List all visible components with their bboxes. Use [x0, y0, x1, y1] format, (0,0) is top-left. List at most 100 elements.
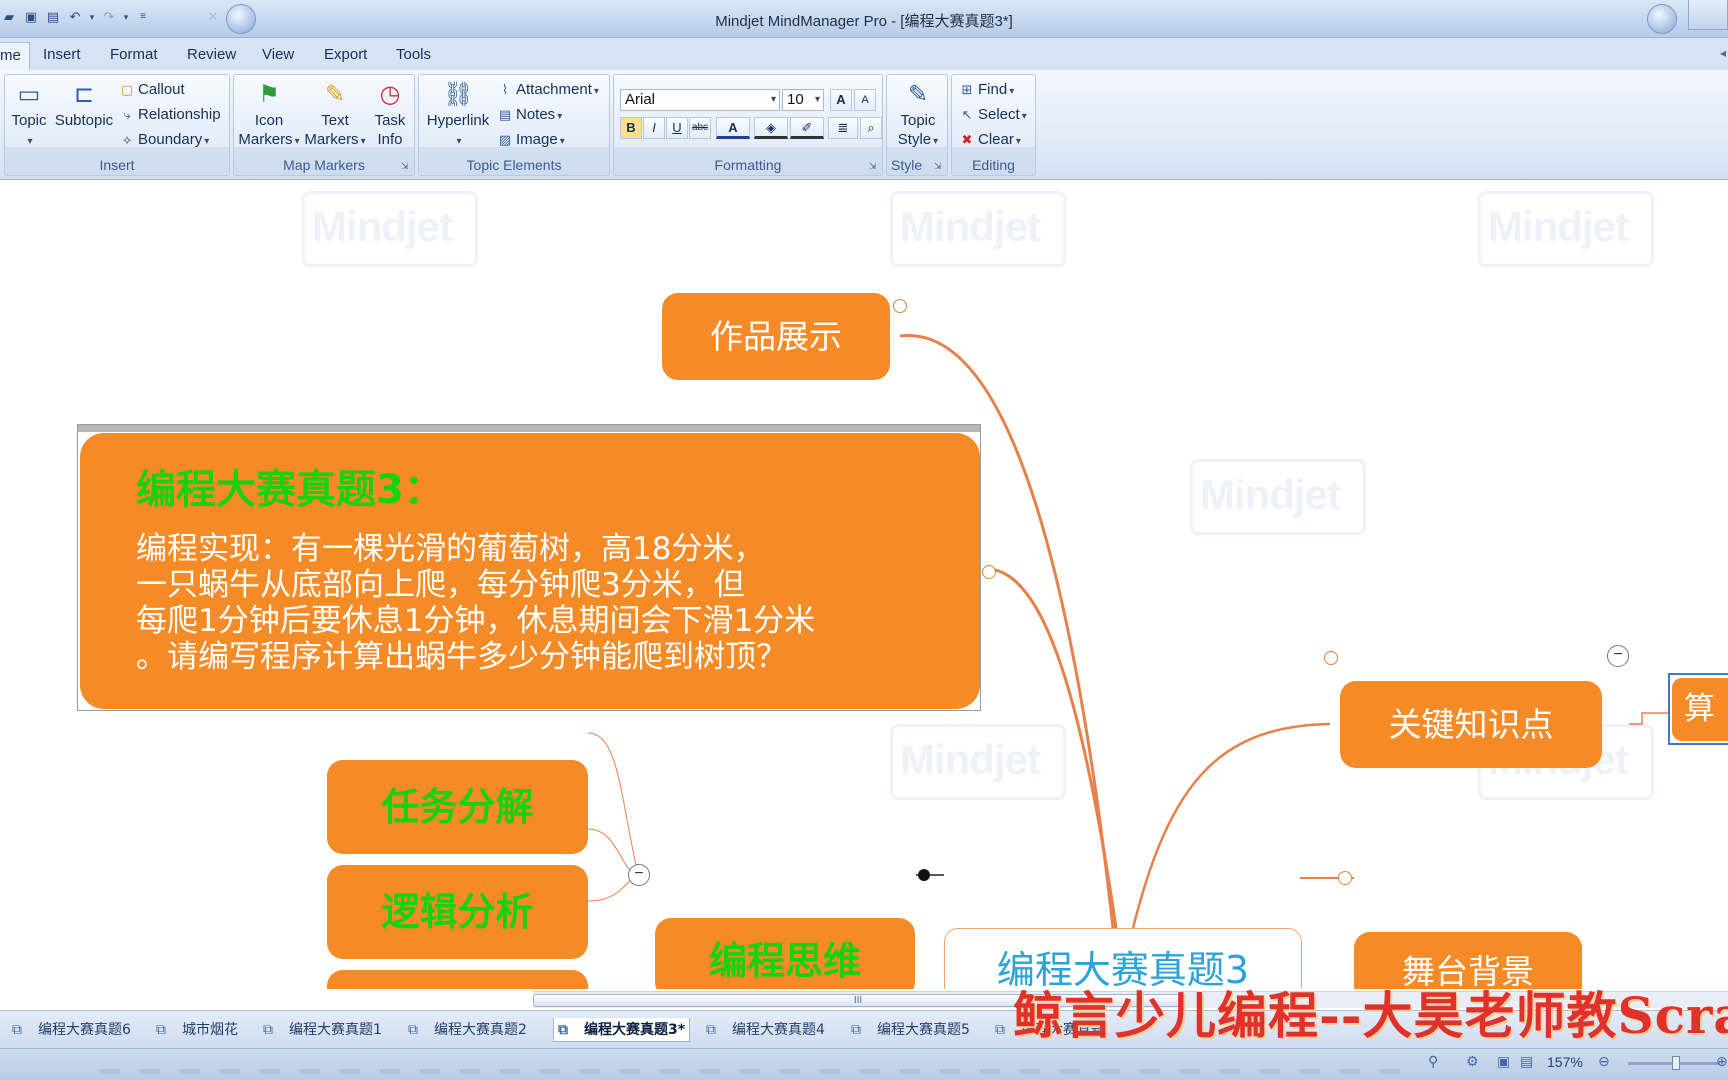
doc-tab-label: 编程大赛真题4: [732, 1022, 825, 1038]
boundary-button[interactable]: ⟡ Boundary ▾: [119, 131, 210, 148]
topic-style-icon: ✎: [907, 81, 929, 108]
doc-tab[interactable]: ⧉ 城市烟花: [156, 1018, 238, 1042]
doc-tab[interactable]: ⧉ 编程大赛真题6: [12, 1018, 131, 1042]
bold-button[interactable]: B: [620, 117, 642, 139]
topic-task-decomposition[interactable]: 任务分解: [327, 760, 588, 854]
text-markers-button[interactable]: ✎ Text Markers ▾: [304, 81, 366, 151]
chevron-down-icon: ▾: [1015, 136, 1021, 147]
topic-works[interactable]: 作品展示: [662, 293, 890, 380]
branch-line: [987, 567, 1118, 929]
doc-tab-active[interactable]: ⧉ 编程大赛真题3*: [553, 1018, 691, 1042]
tab-view[interactable]: View: [262, 46, 294, 63]
clear-button[interactable]: ✖ Clear ▾: [959, 131, 1021, 148]
topic-thinking[interactable]: 编程思维: [655, 918, 915, 989]
text-markers-icon: ✎: [324, 81, 346, 108]
icon-markers-button[interactable]: ⚑ Icon Markers ▾: [238, 81, 300, 151]
tab-insert[interactable]: Insert: [43, 46, 81, 63]
map-view-icon[interactable]: ▣: [1497, 1053, 1510, 1070]
font-size-value: 10: [787, 91, 804, 108]
strikethrough-button[interactable]: abc: [689, 117, 711, 139]
font-color-button[interactable]: A: [716, 117, 750, 139]
chevron-down-icon: ▾: [814, 94, 820, 105]
topic-problem-statement[interactable]: 编程大赛真题3： 编程实现：有一棵光滑的葡萄树，高18分米， 一只蜗牛从底部向上…: [80, 433, 980, 709]
image-button[interactable]: ▨ Image ▾: [497, 131, 565, 148]
zoom-in-icon[interactable]: ⊕: [1716, 1053, 1728, 1070]
topic-icon: ▭: [17, 81, 41, 108]
zoom-slider-thumb[interactable]: [1672, 1056, 1680, 1070]
topic-right-cut[interactable]: 算: [1672, 678, 1728, 741]
format-painter-icon: ⌕: [867, 120, 875, 135]
topic-logic-analysis[interactable]: 逻辑分析: [327, 865, 588, 959]
dialog-launcher-icon[interactable]: ⇲: [934, 161, 944, 171]
format-painter-button[interactable]: ⌕: [860, 117, 882, 139]
map-canvas[interactable]: Mindjet Mindjet Mindjet Mindjet Mindjet …: [0, 181, 1728, 989]
relationship-icon: ⤷: [123, 107, 131, 122]
attachment-button[interactable]: ⌇ Attachment ▾: [497, 81, 599, 98]
dialog-launcher-icon[interactable]: ⇲: [869, 161, 879, 171]
chevron-down-icon: ▾: [1009, 86, 1015, 97]
topic-key-points[interactable]: 关键知识点: [1340, 681, 1602, 768]
tab-review[interactable]: Review: [187, 46, 236, 63]
group-editing: ⊞ Find ▾ ↖ Select ▾ ✖ Clear ▾ Editing: [951, 74, 1036, 176]
underline-button[interactable]: U: [666, 117, 688, 139]
doc-tab-label: 编程大赛真题1: [289, 1022, 382, 1038]
grow-font-button[interactable]: A: [830, 89, 852, 111]
group-label-editing: Editing: [972, 157, 1015, 173]
tab-tools[interactable]: Tools: [396, 46, 431, 63]
collapse-toggle[interactable]: −: [1607, 645, 1629, 667]
doc-tab[interactable]: ⧉ 编程大赛真题1: [263, 1018, 382, 1042]
hyperlink-button[interactable]: ⛓ Hyperlink ▾: [423, 81, 493, 151]
clear-label: Clear: [978, 131, 1014, 148]
select-label: Select: [978, 106, 1020, 123]
help-orb-icon[interactable]: [1647, 4, 1677, 34]
font-family-select[interactable]: Arial ▾: [620, 89, 780, 111]
task-info-button[interactable]: ◷ Task Info: [370, 81, 410, 149]
dialog-launcher-icon[interactable]: ⇲: [401, 161, 411, 171]
gear-icon[interactable]: ⚙: [1466, 1053, 1479, 1070]
problem-line: 编程实现：有一棵光滑的葡萄树，高18分米，: [136, 531, 765, 567]
notes-button[interactable]: ▤ Notes ▾: [497, 106, 562, 123]
attachment-label: Attachment: [516, 81, 592, 98]
minimize-button[interactable]: [1688, 0, 1728, 30]
status-strip: [100, 1069, 1400, 1074]
topic-connector: [982, 565, 996, 579]
clock-icon: ◷: [379, 81, 401, 108]
fill-bucket-icon: ◈: [766, 120, 776, 135]
select-button[interactable]: ↖ Select ▾: [959, 106, 1027, 123]
line-color-button[interactable]: ✐: [790, 117, 824, 139]
find-button[interactable]: ⊞ Find ▾: [959, 81, 1015, 98]
doc-tab[interactable]: ⧉ 编程大赛真题2: [408, 1018, 527, 1042]
map-icon: ⧉: [12, 1022, 22, 1038]
callout-button[interactable]: ▢ Callout: [119, 81, 185, 98]
topic-button[interactable]: ▭ Topic ▾: [9, 81, 49, 151]
topic-style-button[interactable]: ✎ Topic Style ▾: [893, 81, 943, 151]
ribbon-collapse-icon[interactable]: ◂: [1720, 46, 1726, 60]
problem-body: 编程实现：有一棵光滑的葡萄树，高18分米， 一只蜗牛从底部向上爬，每分钟爬3分米…: [136, 531, 956, 675]
subtopic-button[interactable]: ⊏ Subtopic: [53, 81, 115, 130]
tab-format[interactable]: Format: [110, 46, 158, 63]
doc-tab[interactable]: ⧉ 编程大赛真题5: [851, 1018, 970, 1042]
group-formatting: Arial ▾ 10 ▾ A A B I U abc A ◈ ✐ ≣ ⌕ Forma…: [613, 74, 883, 176]
zoom-slider[interactable]: [1628, 1056, 1720, 1070]
outline-view-icon[interactable]: ▤: [1520, 1053, 1533, 1070]
text-markers-label-2: Markers: [304, 131, 359, 148]
italic-button[interactable]: I: [643, 117, 665, 139]
collapse-toggle[interactable]: −: [628, 864, 650, 886]
chevron-down-icon: ▾: [557, 111, 563, 122]
shrink-font-button[interactable]: A: [854, 89, 876, 111]
font-size-select[interactable]: 10 ▾: [782, 89, 824, 111]
font-family-value: Arial: [625, 91, 656, 108]
subtopic-label: Subtopic: [54, 112, 114, 129]
relationship-button[interactable]: ⤷ Relationship: [119, 106, 220, 123]
tab-export[interactable]: Export: [324, 46, 367, 63]
fill-color-button[interactable]: ◈: [754, 117, 788, 139]
filter-icon[interactable]: ⚲: [1428, 1053, 1438, 1070]
zoom-out-icon[interactable]: ⊖: [1598, 1053, 1610, 1070]
doc-tab-label: 编程大赛真题3*: [584, 1022, 686, 1038]
doc-tab[interactable]: ⧉ 编程大赛真题4: [706, 1018, 825, 1042]
selection-handle-bar[interactable]: [78, 425, 980, 432]
topic-partial[interactable]: [327, 970, 588, 989]
hyperlink-icon: ⛓: [443, 81, 474, 108]
tab-home[interactable]: me: [0, 42, 30, 70]
align-button[interactable]: ≣: [828, 117, 858, 139]
